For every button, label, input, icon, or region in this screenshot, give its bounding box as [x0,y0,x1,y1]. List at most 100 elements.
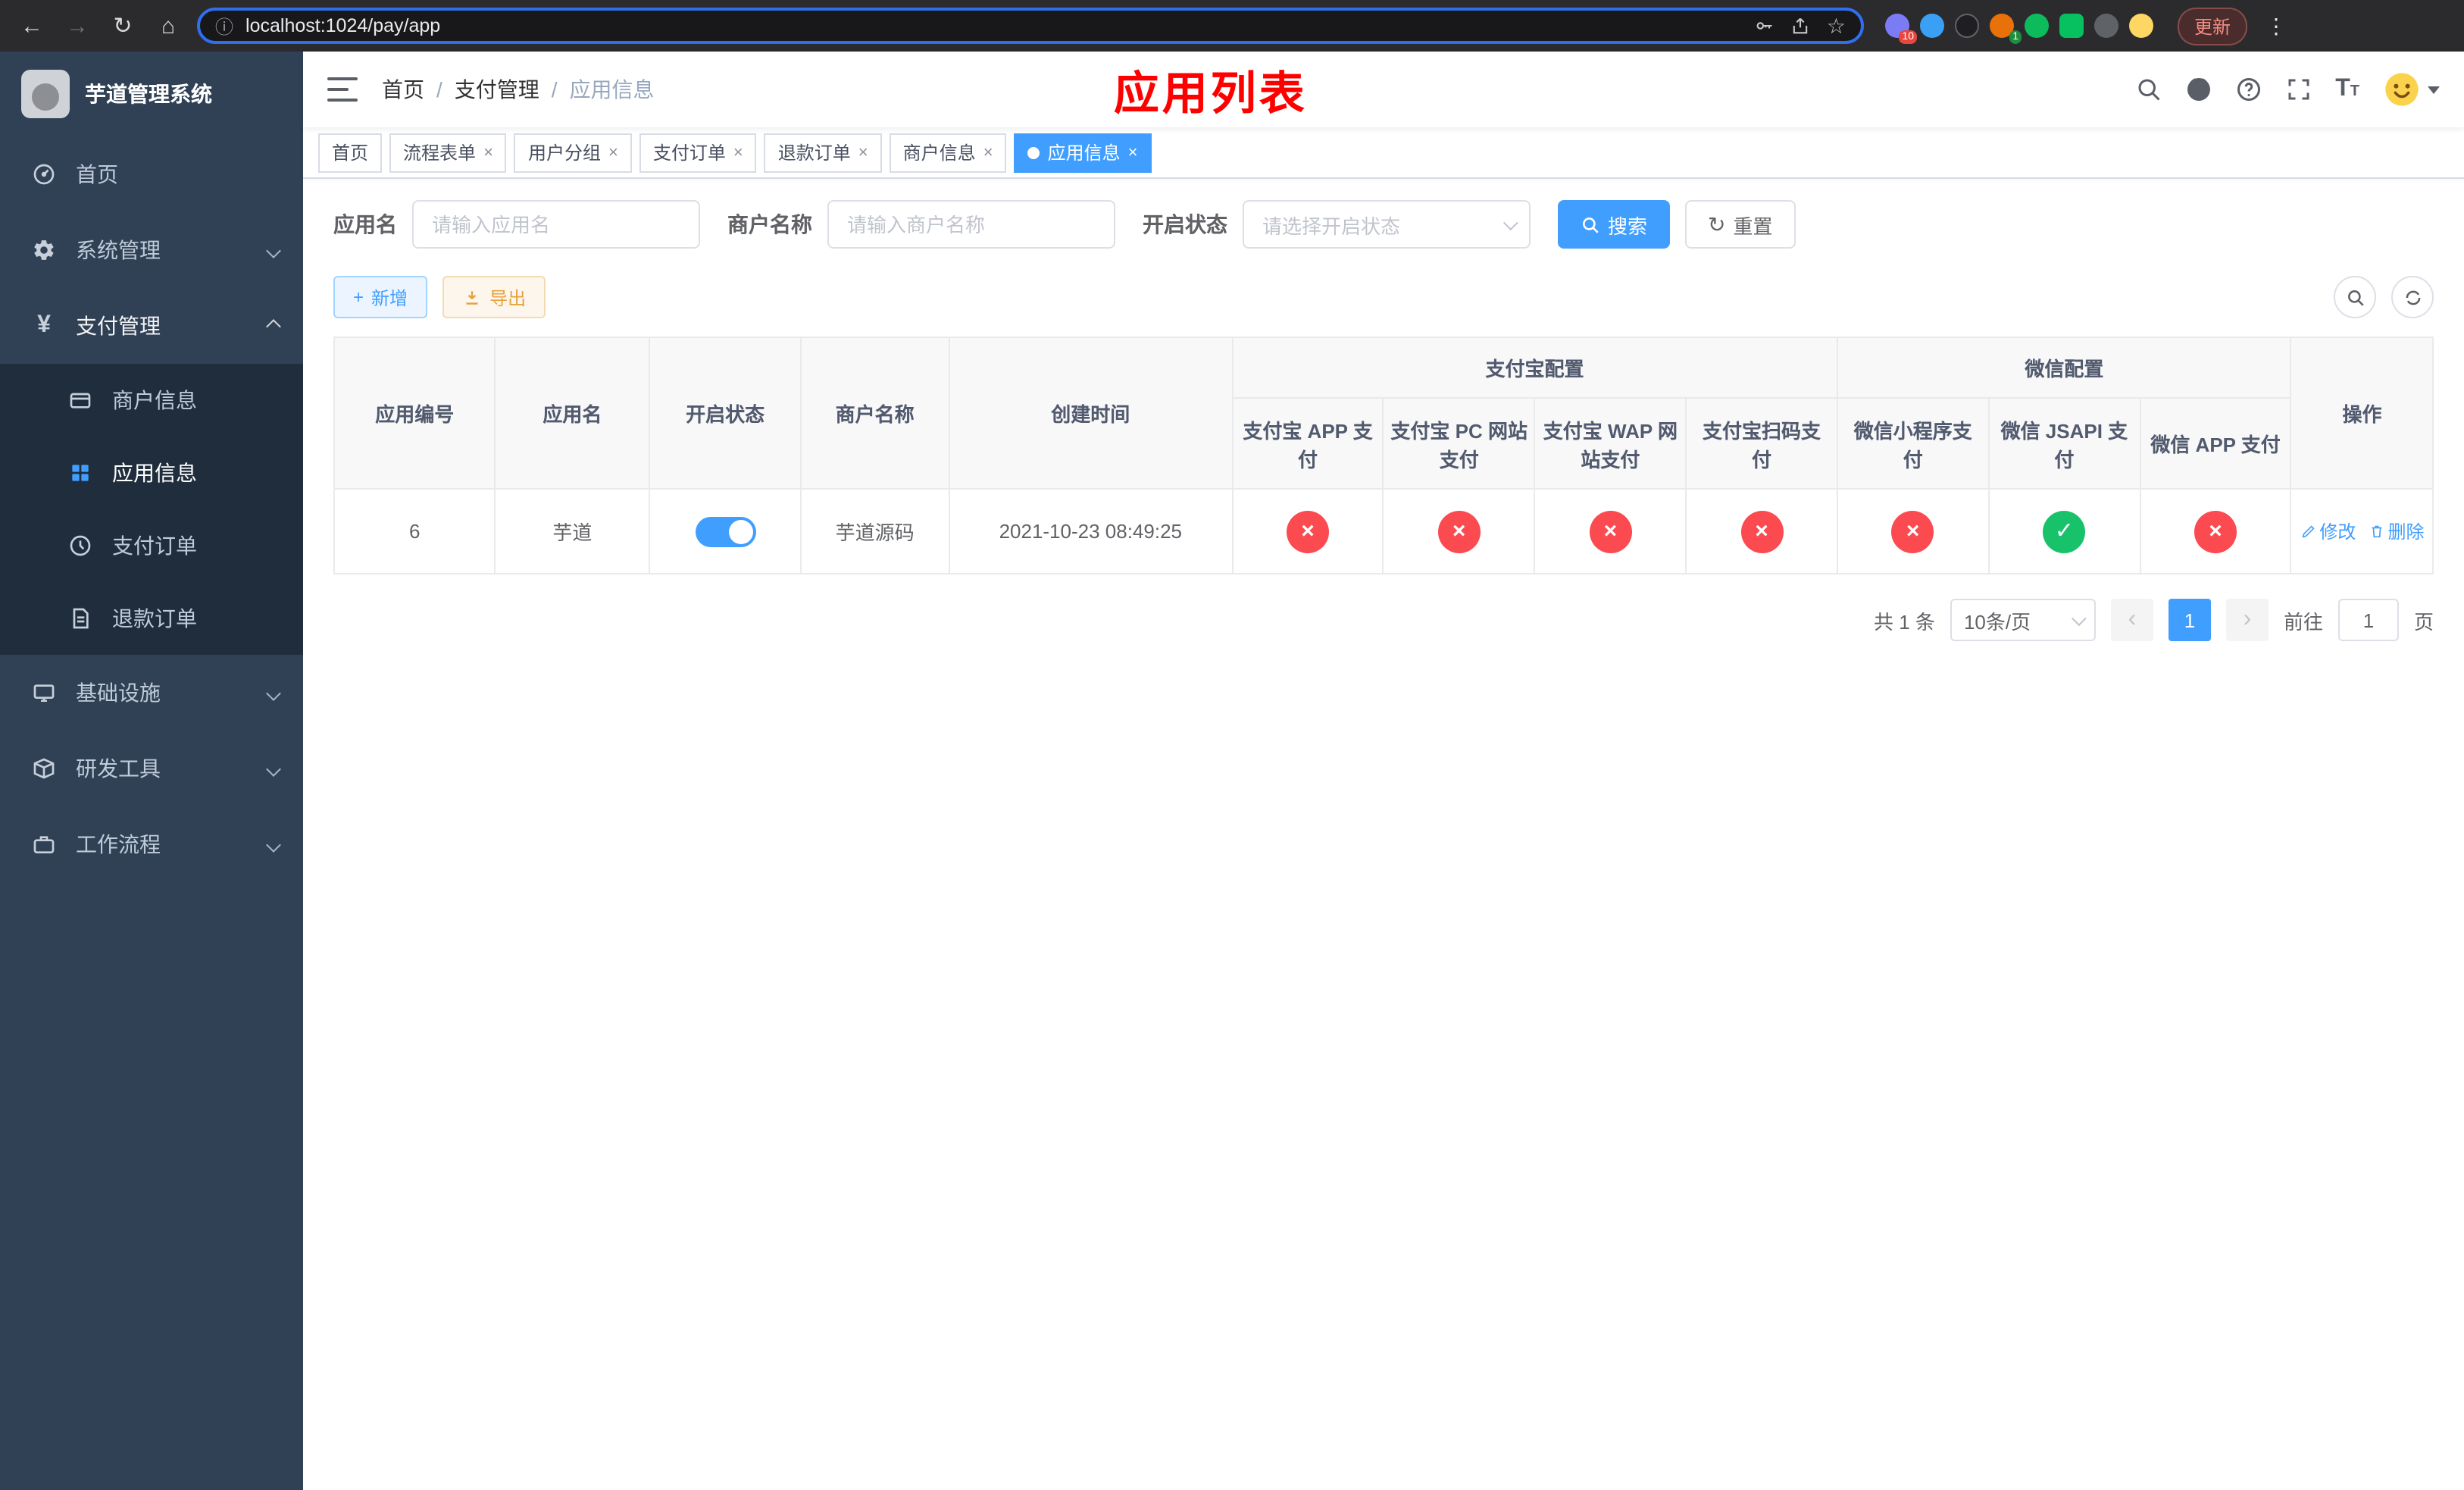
tab-close-icon[interactable]: × [733,143,743,161]
next-page-button[interactable]: › [2225,599,2269,641]
sidebar-item-label: 首页 [76,162,118,186]
sidebar-item-home[interactable]: 首页 [0,136,303,212]
share-icon[interactable] [1790,15,1812,36]
tab-refund-orders[interactable]: 退款订单 × [764,133,882,172]
col-header-alipay-qr: 支付宝扫码支付 [1685,397,1838,490]
browser-back-icon[interactable]: ← [15,13,48,39]
col-header-wechat-jsapi: 微信 JSAPI 支付 [1987,397,2141,490]
sidebar-item-app-info[interactable]: 应用信息 [0,437,303,509]
font-size-icon[interactable]: TT [2335,77,2359,102]
cell-created-time: 2021-10-23 08:49:25 [948,488,1234,574]
delete-link[interactable]: 删除 [2368,518,2424,544]
status-select[interactable]: 请选择开启状态 [1243,200,1531,249]
extension-icon[interactable] [2025,14,2049,38]
export-button[interactable]: 导出 [442,276,546,318]
credit-card-icon [67,387,94,414]
edit-link[interactable]: 修改 [2300,518,2356,544]
col-header-alipay-wap: 支付宝 WAP 网站支付 [1534,397,1687,490]
plus-icon: + [353,286,364,308]
goto-page-input[interactable] [2337,599,2399,641]
breadcrumb-item-current: 应用信息 [569,77,655,102]
browser-update-button[interactable]: 更新 [2178,7,2248,45]
sidebar-item-dev-tools[interactable]: 研发工具 [0,731,303,806]
tab-merchant-info[interactable]: 商户信息 × [889,133,1007,172]
page-number-button[interactable]: 1 [2168,599,2211,641]
chevron-down-icon [266,243,281,258]
page-size-select[interactable]: 10条/页 [1950,599,2096,641]
toggle-search-button[interactable] [2334,276,2376,318]
search-button[interactable]: 搜索 [1558,200,1671,249]
chevron-down-icon [1502,214,1518,230]
pagination: 共 1 条 10条/页 ‹ 1 › 前往 页 [333,599,2434,641]
status-cross-icon: × [2194,510,2237,552]
box-icon [30,755,58,782]
col-group-alipay: 支付宝配置 [1231,337,1838,399]
extension-icon[interactable]: 10 [1885,14,1917,44]
col-header-name: 应用名 [494,337,651,490]
app-title: 芋道管理系统 [85,82,212,106]
tab-process-form[interactable]: 流程表单 × [389,133,507,172]
tab-label: 商户信息 [902,142,976,164]
table-row: 6 芋道 芋道源码 2021-10-23 08:49:25 × × × × × … [333,488,2434,574]
extension-icon[interactable] [1955,14,1979,38]
breadcrumb-item[interactable]: 首页 [382,74,424,105]
bookmark-star-icon[interactable]: ☆ [1827,13,1846,39]
sidebar-item-system[interactable]: 系统管理 [0,212,303,288]
sidebar-item-payment-orders[interactable]: 支付订单 [0,509,303,582]
briefcase-icon [30,831,58,858]
fullscreen-icon[interactable] [2285,76,2312,103]
page-info-icon[interactable]: ⓘ [215,13,233,39]
add-button[interactable]: + 新增 [333,276,428,318]
sidebar-item-merchant-info[interactable]: 商户信息 [0,364,303,437]
tab-close-icon[interactable]: × [483,143,493,161]
tab-user-group[interactable]: 用户分组 × [514,133,632,172]
extension-icon[interactable] [2094,14,2118,38]
tab-label: 退款订单 [777,142,851,164]
pagination-total: 共 1 条 [1874,610,1935,633]
browser-forward-icon[interactable]: → [61,13,94,39]
prev-page-button[interactable]: ‹ [2110,599,2153,641]
page-content: 应用名 商户名称 开启状态 请选择开启状态 搜索 ↻ 重置 [303,179,2464,1490]
extension-icon[interactable] [2129,14,2153,38]
search-icon[interactable] [2135,76,2162,103]
merchant-name-input[interactable] [827,200,1115,249]
sidebar-item-payment[interactable]: ¥ 支付管理 [0,288,303,364]
status-toggle[interactable] [695,516,756,546]
extension-icon[interactable]: 1 [1990,14,2022,44]
sidebar-item-label: 工作流程 [76,832,161,856]
sidebar-item-infrastructure[interactable]: 基础设施 [0,655,303,731]
browser-home-icon[interactable]: ⌂ [152,13,185,39]
sidebar-item-label: 基础设施 [76,681,161,705]
extension-icon[interactable] [2059,14,2084,38]
refresh-table-button[interactable] [2391,276,2434,318]
goto-label: 前往 [2283,610,2323,633]
help-icon[interactable] [2235,76,2262,103]
tab-close-icon[interactable]: × [858,143,868,161]
breadcrumb-item[interactable]: 支付管理 [455,74,539,105]
github-icon[interactable] [2185,76,2212,103]
sidebar: 芋道管理系统 首页 系统管理 ¥ 支付管理 商户信息 应用信息 支付订单 退款订… [0,52,303,1490]
tab-close-icon[interactable]: × [608,143,618,161]
app-name-input[interactable] [412,200,700,249]
tab-home[interactable]: 首页 [318,133,383,172]
tab-close-icon[interactable]: × [1128,143,1138,161]
col-header-merchant: 商户名称 [799,337,950,490]
password-key-icon[interactable] [1754,15,1775,36]
browser-menu-icon[interactable]: ⋮ [2259,13,2293,39]
tab-payment-orders[interactable]: 支付订单 × [639,133,757,172]
cell-app-name: 芋道 [494,488,651,574]
tab-app-info[interactable]: 应用信息 × [1014,133,1152,172]
sidebar-item-refund-orders[interactable]: 退款订单 [0,582,303,655]
hamburger-icon[interactable] [327,77,358,102]
tab-close-icon[interactable]: × [983,143,993,161]
browser-reload-icon[interactable]: ↻ [106,12,139,39]
extension-icon[interactable] [1920,14,1944,38]
user-avatar[interactable] [2382,70,2440,109]
browser-url-bar[interactable]: ⓘ localhost:1024/pay/app ☆ [197,8,1864,44]
sidebar-logo[interactable]: 芋道管理系统 [0,52,303,136]
reset-button[interactable]: ↻ 重置 [1685,200,1796,249]
sidebar-item-workflow[interactable]: 工作流程 [0,806,303,882]
status-label: 开启状态 [1143,212,1227,236]
sidebar-item-label: 商户信息 [112,388,197,412]
merchant-name-label: 商户名称 [727,212,812,236]
